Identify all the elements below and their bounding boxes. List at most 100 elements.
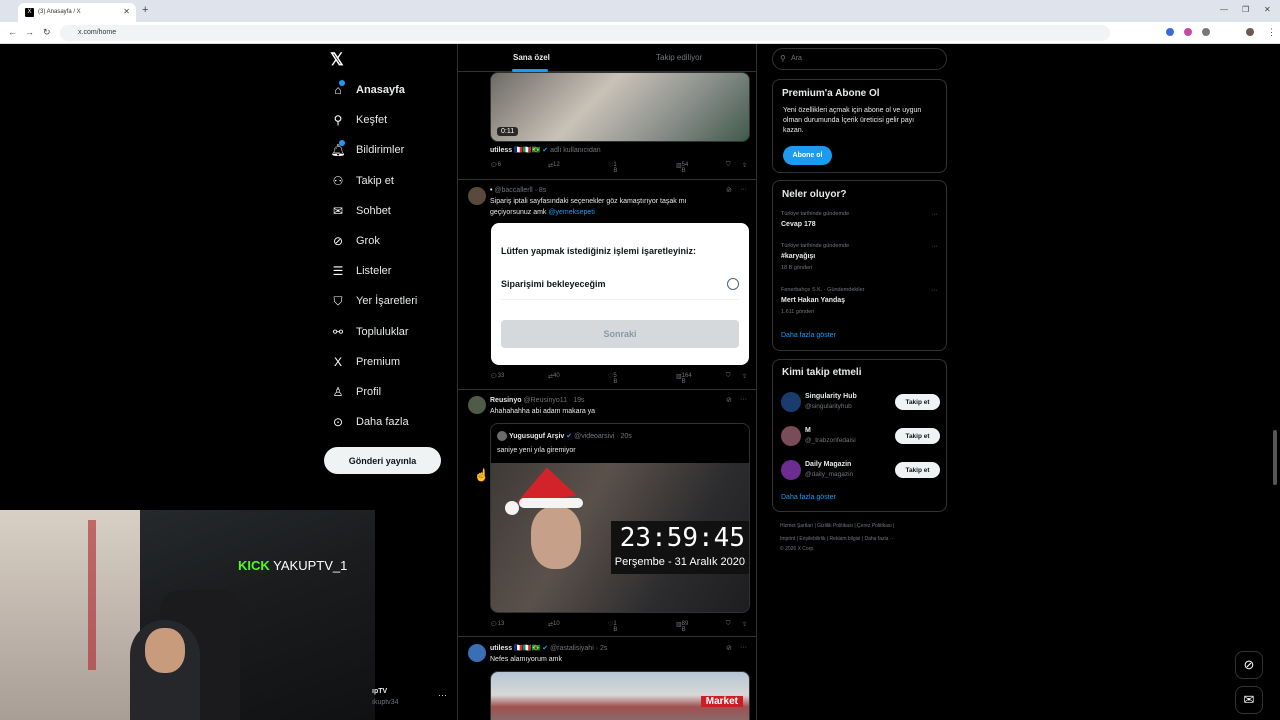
close-window-icon[interactable]: ✕ — [1264, 5, 1271, 14]
minimize-icon[interactable]: — — [1220, 5, 1228, 14]
trend-name[interactable]: Cevap 178 — [781, 221, 816, 228]
views-count[interactable]: ▥ 54 B — [676, 162, 688, 174]
show-more-link[interactable]: Daha fazla göster — [781, 332, 836, 339]
sidebar-item-add-person[interactable]: ⚇ Takip et — [330, 170, 394, 192]
views-count[interactable]: ▥ 89 B — [676, 621, 688, 633]
show-more-link[interactable]: Daha fazla göster — [781, 494, 836, 501]
more-icon[interactable]: ··· — [740, 184, 747, 195]
tweet-image[interactable]: Market — [490, 671, 750, 720]
bookmark-icon[interactable]: ⛉ — [726, 373, 731, 380]
sidebar-item-grok[interactable]: ⊘ Grok — [330, 230, 380, 252]
reload-icon[interactable]: ↻ — [43, 27, 51, 38]
retweet-button[interactable]: ⇄ 10 — [548, 621, 560, 628]
suggested-name[interactable]: Singularity Hub — [805, 393, 857, 400]
close-tab-icon[interactable]: ✕ — [123, 7, 130, 16]
follow-button[interactable]: Takip et — [895, 394, 940, 410]
tweet-author[interactable]: utiless — [490, 645, 512, 652]
suggested-name[interactable]: M — [805, 427, 811, 434]
like-button[interactable]: ♡ 5 B — [608, 373, 617, 385]
reply-button[interactable]: 💬︎ 6 — [490, 162, 501, 169]
quoted-tweet[interactable]: Yugusuguf Arşiv ✔ @videoarsivi · 20s san… — [490, 423, 750, 613]
share-icon[interactable]: ⇪ — [742, 373, 747, 380]
tab-for-you[interactable]: Sana özel — [513, 53, 550, 62]
sidebar-item-home[interactable]: ⌂ Anasayfa — [330, 79, 405, 101]
more-icon[interactable]: ··· — [740, 642, 747, 653]
tweet-author[interactable]: utiless — [490, 147, 512, 154]
sidebar-item-more-circle[interactable]: ⊙ Daha fazla — [330, 411, 409, 433]
share-icon[interactable]: ⇪ — [742, 162, 747, 169]
account-handle[interactable]: ıkuptv34 — [372, 699, 398, 706]
follow-button[interactable]: Takip et — [895, 428, 940, 444]
x-logo-icon[interactable]: 𝕏 — [330, 50, 344, 70]
trend-name[interactable]: #karyağışı — [781, 253, 815, 260]
retweet-button[interactable]: ⇄ 12 — [548, 162, 560, 169]
messages-icon[interactable]: ✉ — [1235, 686, 1263, 714]
tweet-handle[interactable]: @baccallerll · 8s — [494, 187, 546, 194]
account-more-icon[interactable]: ··· — [438, 690, 447, 700]
like-button[interactable]: ♡ 1 B — [608, 162, 617, 174]
follow-button[interactable]: Takip et — [895, 462, 940, 478]
subscribe-button[interactable]: Abone ol — [783, 146, 832, 165]
browser-menu-icon[interactable]: ⋮ — [1267, 27, 1276, 38]
sidebar-item-list[interactable]: ☰ Listeler — [330, 260, 392, 282]
suggested-handle[interactable]: @_trabzonfedaisi — [805, 437, 856, 444]
tweet-author[interactable]: • — [490, 187, 492, 194]
mention-link[interactable]: @yemeksepeti — [548, 209, 594, 216]
share-icon[interactable]: ⇪ — [742, 621, 747, 628]
tab-following[interactable]: Takip ediliyor — [656, 53, 702, 62]
suggested-name[interactable]: Daily Magazin — [805, 461, 851, 468]
url-input[interactable]: x.com/home — [60, 25, 1110, 41]
forward-icon[interactable]: → — [25, 27, 34, 37]
avatar[interactable] — [781, 392, 801, 412]
back-icon[interactable]: ← — [8, 27, 17, 37]
avatar[interactable] — [468, 396, 486, 414]
footer-links[interactable]: Imprint | Erişilebilirlik | Reklam bilgi… — [780, 536, 895, 542]
tweet-image[interactable]: Lütfen yapmak istediğiniz işlemi işaretl… — [491, 223, 749, 365]
extension-icon[interactable] — [1184, 28, 1192, 36]
sidebar-item-search[interactable]: ⚲ Keşfet — [330, 109, 388, 131]
like-button[interactable]: ♡ 1 B — [608, 621, 617, 633]
grok-icon[interactable]: ⊘ — [726, 185, 732, 196]
trend-more-icon[interactable]: ··· — [931, 211, 938, 218]
footer-links[interactable]: Hizmet Şartları | Gizlilik Politikası | … — [780, 523, 894, 529]
account-name[interactable]: ıpTV — [372, 688, 387, 695]
browser-tab[interactable]: X (3) Anasayfa / X ✕ — [18, 3, 136, 22]
post-button[interactable]: Gönderi yayınla — [324, 447, 441, 474]
trend-name[interactable]: Mert Hakan Yandaş — [781, 297, 845, 304]
avatar[interactable] — [781, 460, 801, 480]
quote-video[interactable]: 23:59:45 Perşembe - 31 Aralık 2020 — [491, 463, 749, 612]
reply-button[interactable]: 💬︎ 13 — [490, 621, 504, 628]
maximize-icon[interactable]: ❐ — [1242, 5, 1249, 14]
more-icon[interactable]: ··· — [740, 394, 747, 405]
profile-avatar-icon[interactable] — [1246, 28, 1254, 36]
trend-more-icon[interactable]: ··· — [931, 287, 938, 294]
grok-icon[interactable]: ⊘ — [726, 643, 732, 654]
reply-button[interactable]: 💬︎ 33 — [490, 373, 504, 380]
sidebar-item-x-logo[interactable]: X Premium — [330, 351, 400, 373]
sidebar-item-mail[interactable]: ✉ Sohbet — [330, 200, 391, 222]
new-tab-button[interactable]: + — [142, 4, 148, 16]
sidebar-item-bookmark[interactable]: ⛉ Yer İşaretleri — [330, 290, 417, 312]
avatar[interactable] — [781, 426, 801, 446]
grok-icon[interactable]: ⊘ — [1235, 651, 1263, 679]
scrollbar[interactable] — [1273, 430, 1277, 485]
sidebar-item-communities[interactable]: ⚯ Topluluklar — [330, 321, 409, 343]
search-input[interactable]: ⚲ Ara — [772, 48, 947, 70]
suggested-handle[interactable]: @daily_magazin — [805, 471, 853, 478]
sidebar-item-profile[interactable]: ♙ Profil — [330, 381, 381, 403]
extensions-puzzle-icon[interactable] — [1202, 28, 1210, 36]
trend-more-icon[interactable]: ··· — [931, 243, 938, 250]
retweet-button[interactable]: ⇄ 40 — [548, 373, 560, 380]
bookmark-icon[interactable]: ⛉ — [726, 162, 731, 169]
tweet-handle[interactable]: @rastalisiyahi · 2s — [550, 645, 607, 652]
avatar[interactable] — [468, 187, 486, 205]
suggested-handle[interactable]: @singularityhub — [805, 403, 852, 410]
avatar[interactable] — [468, 644, 486, 662]
bookmark-icon[interactable]: ⛉ — [726, 621, 731, 628]
grok-icon[interactable]: ⊘ — [726, 395, 732, 406]
sidebar-item-bell[interactable]: 🔔︎ Bildirimler — [330, 139, 404, 161]
views-count[interactable]: ▥ 164 B — [676, 373, 692, 385]
tweet-author[interactable]: Reusinyo — [490, 397, 522, 404]
extension-icon[interactable] — [1166, 28, 1174, 36]
tweet-handle[interactable]: @Reusinyo11 · 19s — [523, 397, 584, 404]
